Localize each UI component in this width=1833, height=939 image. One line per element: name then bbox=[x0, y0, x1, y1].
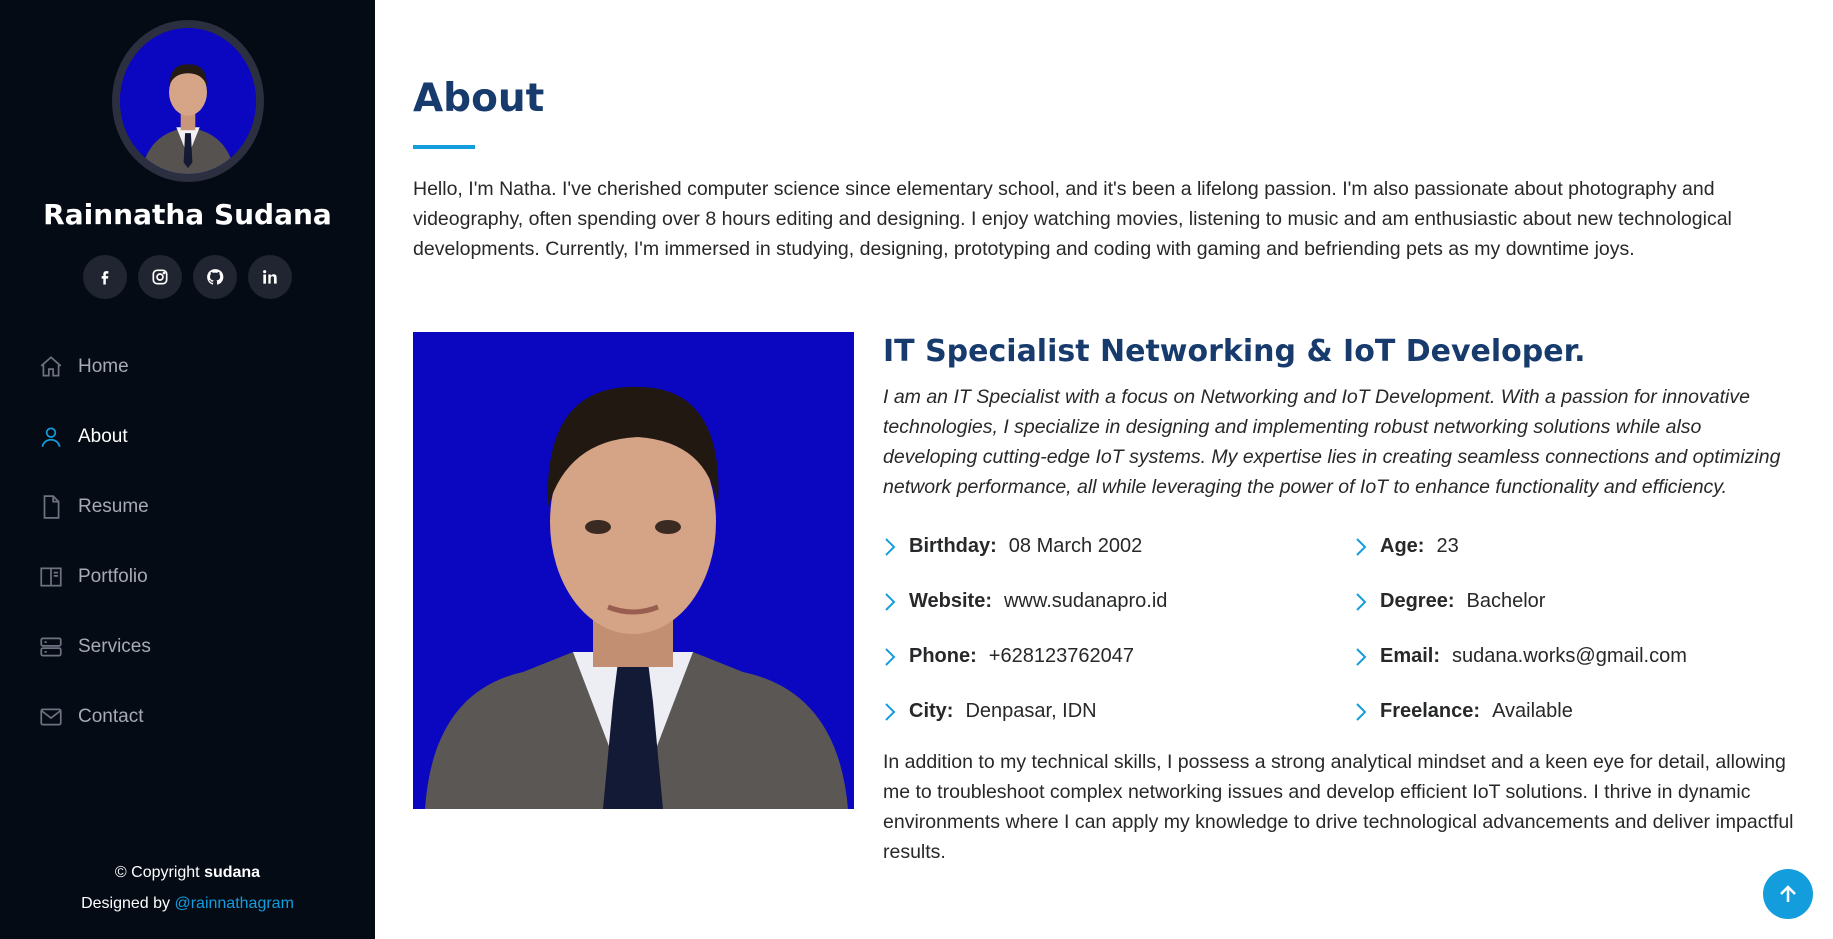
intro-paragraph: Hello, I'm Natha. I've cherished compute… bbox=[413, 178, 1732, 260]
home-icon bbox=[40, 356, 62, 377]
fact-label: Birthday: bbox=[909, 535, 997, 557]
section-title: About bbox=[413, 76, 545, 121]
fact-value: 23 bbox=[1436, 535, 1459, 557]
fact-website: Website: www.sudanapro.id bbox=[883, 574, 1354, 629]
fact-label: Freelance: bbox=[1380, 700, 1481, 722]
fact-degree: Degree: Bachelor bbox=[1354, 574, 1804, 629]
book-icon bbox=[40, 567, 62, 587]
fact-value: www.sudanapro.id bbox=[1003, 590, 1168, 612]
copyright: © Copyright sudana bbox=[0, 857, 375, 888]
profile-name: Rainnatha Sudana bbox=[43, 198, 332, 231]
chevron-right-icon bbox=[1356, 702, 1367, 721]
file-icon bbox=[43, 495, 60, 519]
role-title: IT Specialist Networking & IoT Developer… bbox=[883, 334, 1586, 369]
fact-label: Email: bbox=[1380, 645, 1441, 667]
profile-photo bbox=[413, 332, 854, 809]
nav-item-label: Portfolio bbox=[78, 566, 148, 587]
linkedin-icon[interactable] bbox=[248, 255, 292, 299]
about-detail: IT Specialist Networking & IoT Developer… bbox=[883, 332, 1794, 867]
fact-city: City: Denpasar, IDN bbox=[883, 684, 1354, 739]
title-underline bbox=[413, 145, 475, 149]
nav-item-label: About bbox=[78, 426, 128, 447]
fact-label: City: bbox=[909, 700, 954, 722]
fact-email: Email: sudana.works@gmail.com bbox=[1354, 629, 1804, 684]
nav-item-contact[interactable]: Contact bbox=[38, 704, 143, 730]
chevron-right-icon bbox=[885, 647, 896, 666]
server-icon bbox=[40, 637, 62, 657]
role-description: I am an IT Specialist with a focus on Ne… bbox=[883, 386, 1781, 498]
envelope-icon bbox=[40, 708, 62, 726]
fact-label: Phone: bbox=[909, 645, 977, 667]
nav-item-portfolio[interactable]: Portfolio bbox=[38, 564, 148, 590]
avatar[interactable] bbox=[112, 20, 264, 182]
fact-phone: Phone: +628123762047 bbox=[883, 629, 1354, 684]
fact-value: Denpasar, IDN bbox=[965, 700, 1097, 722]
sidebar: Rainnatha Sudana Home About Resume Portf… bbox=[0, 0, 375, 939]
outro-paragraph: In addition to my technical skills, I po… bbox=[883, 751, 1794, 863]
credits-link[interactable]: @rainnathagram bbox=[174, 895, 293, 912]
chevron-right-icon bbox=[885, 592, 896, 611]
fact-value: 08 March 2002 bbox=[1008, 535, 1143, 557]
nav-item-home[interactable]: Home bbox=[38, 354, 129, 380]
fact-freelance: Freelance: Available bbox=[1354, 684, 1804, 739]
footer: © Copyright sudana Designed by @rainnath… bbox=[0, 857, 375, 919]
fact-value: sudana.works@gmail.com bbox=[1452, 645, 1687, 667]
chevron-right-icon bbox=[1356, 537, 1367, 556]
fact-birthday: Birthday: 08 March 2002 bbox=[883, 519, 1354, 574]
nav-item-label: Services bbox=[78, 636, 151, 657]
fact-value: Bachelor bbox=[1466, 590, 1546, 612]
fact-value: +628123762047 bbox=[988, 645, 1134, 667]
chevron-right-icon bbox=[885, 702, 896, 721]
fact-label: Age: bbox=[1380, 535, 1425, 557]
back-to-top-button[interactable] bbox=[1763, 869, 1813, 919]
fact-age: Age: 23 bbox=[1354, 519, 1804, 574]
nav-item-label: Resume bbox=[78, 496, 149, 517]
chevron-right-icon bbox=[885, 537, 896, 556]
nav-item-about[interactable]: About bbox=[38, 424, 128, 450]
chevron-right-icon bbox=[1356, 647, 1367, 666]
arrow-up-icon bbox=[1780, 885, 1796, 902]
nav-item-services[interactable]: Services bbox=[38, 634, 151, 660]
nav-item-label: Contact bbox=[78, 706, 144, 727]
credits-prefix: Designed by bbox=[81, 895, 175, 912]
credits: Designed by @rainnathagram bbox=[0, 888, 375, 919]
nav-item-resume[interactable]: Resume bbox=[38, 494, 149, 520]
fact-label: Degree: bbox=[1380, 590, 1455, 612]
person-icon bbox=[41, 427, 61, 447]
chevron-right-icon bbox=[1356, 592, 1367, 611]
fact-value: Available bbox=[1492, 700, 1573, 722]
copyright-prefix: © Copyright bbox=[114, 864, 205, 881]
instagram-icon[interactable] bbox=[138, 255, 182, 299]
facebook-icon[interactable] bbox=[83, 255, 127, 299]
github-icon[interactable] bbox=[193, 255, 237, 299]
nav-item-label: Home bbox=[78, 356, 129, 377]
fact-label: Website: bbox=[909, 590, 992, 612]
nav-menu: Home About Resume Portfolio Services Con… bbox=[38, 332, 151, 752]
facts-list: Birthday: 08 March 2002 Age: 23 Website:… bbox=[883, 519, 1793, 739]
copyright-name: sudana bbox=[204, 864, 261, 881]
social-links bbox=[0, 255, 375, 299]
